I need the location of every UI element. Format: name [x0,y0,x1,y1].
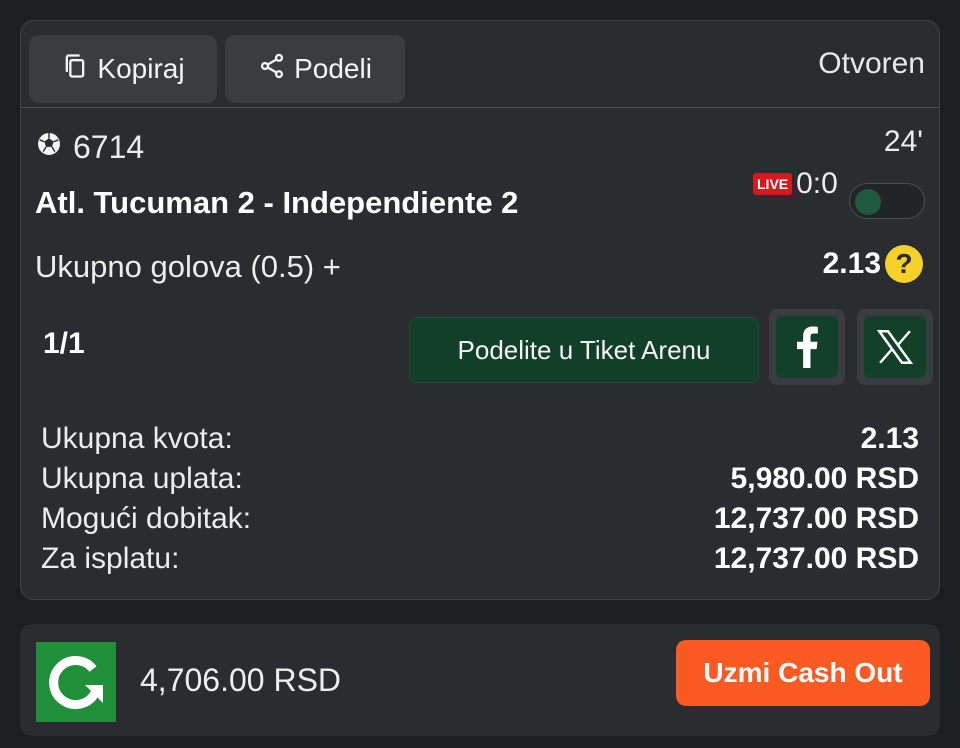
cashout-logo-icon [36,642,116,722]
live-badge: LIVE [753,173,793,195]
toggle-knob [855,189,881,215]
match-title: Atl. Tucuman 2 - Independiente 2 [35,185,519,220]
summary-value: 12,737.00 RSD [713,542,919,575]
pagination: 1/1 [43,327,85,360]
facebook-icon [776,316,838,378]
cashout-amount: 4,706.00 RSD [140,662,342,698]
share-icon [258,52,286,87]
live-toggle[interactable] [849,183,925,219]
help-icon[interactable]: ? [885,245,923,283]
x-icon [864,316,926,378]
ticket-status: Otvoren [818,47,925,80]
selection-odd: 2.13 [822,247,881,280]
match-minute: 24' [883,125,923,158]
summary-label: Za isplatu: [41,542,180,575]
cashout-button[interactable]: Uzmi Cash Out [676,640,930,706]
score: 0:0 [796,167,838,200]
live-score: LIVE 0:0 [753,167,838,201]
copy-button-label: Kopiraj [97,53,185,84]
share-arena-button[interactable]: Podelite u Tiket Arenu [409,317,759,383]
summary-value: 5,980.00 RSD [730,462,919,495]
copy-button[interactable]: Kopiraj [29,35,217,103]
event-id-row: 6714 [35,129,144,166]
summary-row: Ukupna uplata: 5,980.00 RSD [41,459,919,499]
market-name: Ukupno golova (0.5) + [35,249,341,284]
cashout-bar: 4,706.00 RSD Uzmi Cash Out [20,624,940,736]
ticket-card: Kopiraj Podeli Otvoren 6714 24' Atl. Tuc… [20,20,940,600]
divider [21,107,939,108]
summary-row: Za isplatu: 12,737.00 RSD [41,539,919,579]
odd-row: 2.13 ? [823,245,923,283]
summary-label: Ukupna uplata: [41,462,243,495]
soccer-ball-icon [35,129,63,166]
summary-label: Ukupna kvota: [41,422,233,455]
summary-label: Mogući dobitak: [41,502,252,535]
event-id: 6714 [73,129,145,165]
copy-icon [61,52,89,87]
share-button[interactable]: Podeli [225,35,405,103]
share-button-label: Podeli [294,53,372,84]
summary-value: 2.13 [860,422,919,455]
summary-row: Ukupna kvota: 2.13 [41,419,919,459]
x-share-button[interactable] [857,309,933,385]
summary-value: 12,737.00 RSD [713,502,919,535]
ticket-summary: Ukupna kvota: 2.13 Ukupna uplata: 5,980.… [41,419,919,579]
summary-row: Mogući dobitak: 12,737.00 RSD [41,499,919,539]
facebook-share-button[interactable] [769,309,845,385]
